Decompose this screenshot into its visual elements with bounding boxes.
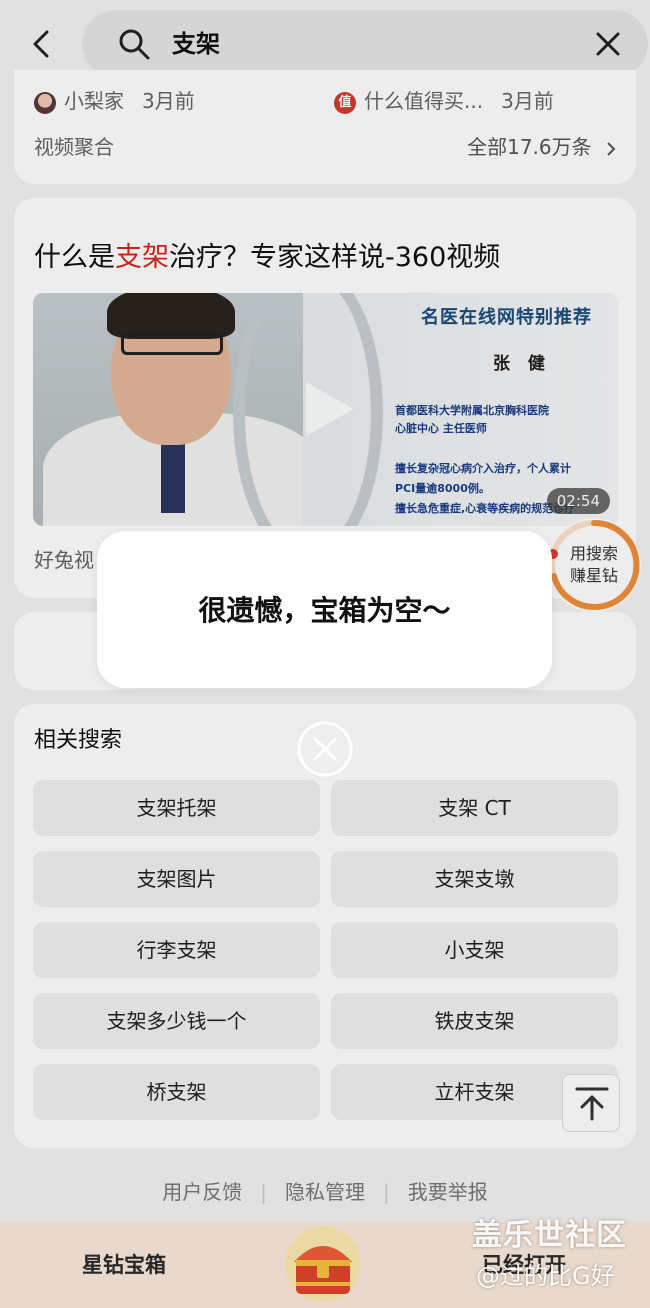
close-dialog-icon[interactable]: [296, 720, 354, 778]
dialog-message: 很遗憾，宝箱为空～: [198, 594, 451, 627]
empty-chest-dialog: 很遗憾，宝箱为空～: [97, 531, 552, 688]
watermark-user: @过的比G好: [476, 1262, 615, 1290]
search-results-page: 支架 小梨家 3月前 值什么值得买... 3月前 视频聚合 全部17.6万条 什么是…: [0, 0, 650, 1308]
watermark-title: 盖乐世社区: [472, 1218, 627, 1253]
